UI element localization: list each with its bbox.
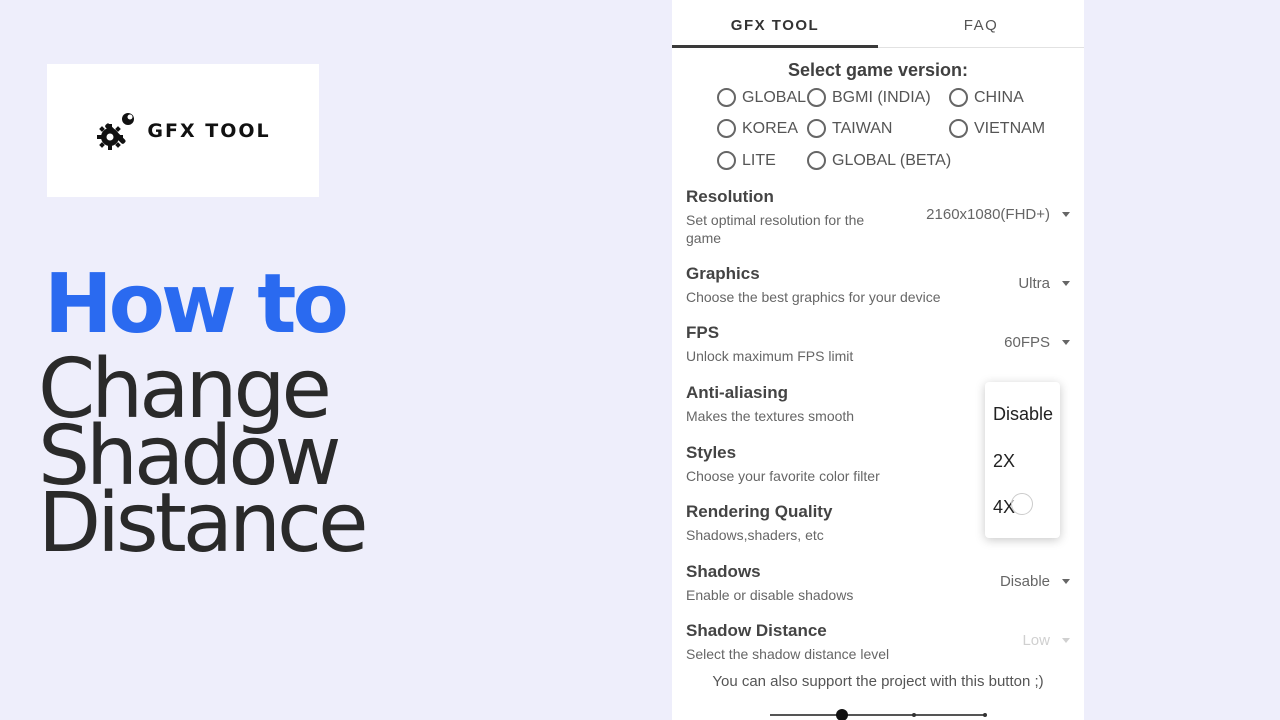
version-radio-group: GLOBAL BGMI (INDIA) CHINA KOREA TAIWAN V…: [672, 86, 1084, 186]
version-title: Select game version:: [787, 60, 969, 80]
dropdown-arrow-icon: [1062, 340, 1070, 345]
setting-title: Resolution: [686, 187, 774, 206]
dropdown-arrow-icon: [1062, 281, 1070, 286]
support-text: You can also support the project with th…: [712, 673, 1044, 690]
touch-ripple-icon: [1011, 493, 1033, 515]
radio-global-beta[interactable]: GLOBAL (BETA): [807, 151, 951, 170]
shadow-distance-select[interactable]: Low: [1022, 632, 1070, 649]
radio-lite[interactable]: LITE: [717, 151, 776, 170]
slider-handle[interactable]: [836, 709, 848, 720]
dropdown-arrow-icon: [1062, 212, 1070, 217]
radio-circle: [717, 151, 736, 170]
setting-fps[interactable]: FPS Unlock maximum FPS limit 60FPS: [686, 323, 1070, 365]
headline-distance: Distance: [38, 476, 369, 572]
tab-gfx-tool[interactable]: GFX TOOL: [672, 0, 878, 48]
radio-circle: [717, 119, 736, 138]
graphics-select[interactable]: Ultra: [1018, 275, 1070, 292]
setting-title: Shadow Distance: [686, 621, 827, 640]
dropdown-arrow-icon: [1062, 638, 1070, 643]
radio-circle: [949, 88, 968, 107]
setting-title: Graphics: [686, 264, 760, 283]
radio-circle: [807, 88, 826, 107]
headline-how-to: How to: [44, 257, 349, 352]
shadows-select[interactable]: Disable: [1000, 573, 1070, 590]
dropdown-arrow-icon: [1062, 579, 1070, 584]
logo-card: GFX TOOL: [47, 64, 319, 197]
tab-faq[interactable]: FAQ: [878, 0, 1084, 47]
slider-tick: [983, 713, 987, 717]
radio-circle: [949, 119, 968, 138]
slider-tick: [912, 713, 916, 717]
setting-desc: Select the shadow distance level: [686, 646, 890, 662]
setting-resolution[interactable]: Resolution Set optimal resolution for th…: [686, 187, 1070, 247]
menu-item-2x[interactable]: 2X: [993, 451, 1015, 472]
headline: How to Change Shadow Distance: [38, 257, 369, 572]
setting-shadows[interactable]: Shadows Enable or disable shadows Disabl…: [686, 562, 1070, 604]
tab-bar: GFX TOOL FAQ: [672, 0, 1084, 48]
resolution-select[interactable]: 2160x1080(FHD+): [926, 206, 1070, 223]
wrench-gear-icon: [97, 112, 135, 150]
radio-bgmi[interactable]: BGMI (INDIA): [807, 88, 931, 107]
radio-circle: [807, 119, 826, 138]
antialiasing-dropdown-menu: Disable 2X 4X: [985, 382, 1060, 538]
radio-circle: [807, 151, 826, 170]
radio-korea[interactable]: KOREA: [717, 119, 798, 138]
menu-item-disable[interactable]: Disable: [993, 404, 1053, 425]
setting-desc: Choose the best graphics for your device: [686, 289, 941, 305]
slider-track[interactable]: [770, 714, 986, 716]
setting-desc: Set optimal resolution for the game: [686, 212, 865, 246]
radio-global[interactable]: GLOBAL: [717, 88, 806, 107]
fps-select[interactable]: 60FPS: [1004, 334, 1070, 351]
setting-graphics[interactable]: Graphics Choose the best graphics for yo…: [686, 264, 1070, 306]
setting-shadow-distance[interactable]: Shadow Distance Select the shadow distan…: [686, 621, 1070, 663]
radio-vietnam[interactable]: VIETNAM: [949, 119, 1045, 138]
radio-taiwan[interactable]: TAIWAN: [807, 119, 892, 138]
radio-circle: [717, 88, 736, 107]
app-screen: GFX TOOL FAQ Select game version: GLOBAL…: [672, 0, 1084, 720]
radio-china[interactable]: CHINA: [949, 88, 1024, 107]
logo-text: GFX TOOL: [147, 119, 271, 142]
